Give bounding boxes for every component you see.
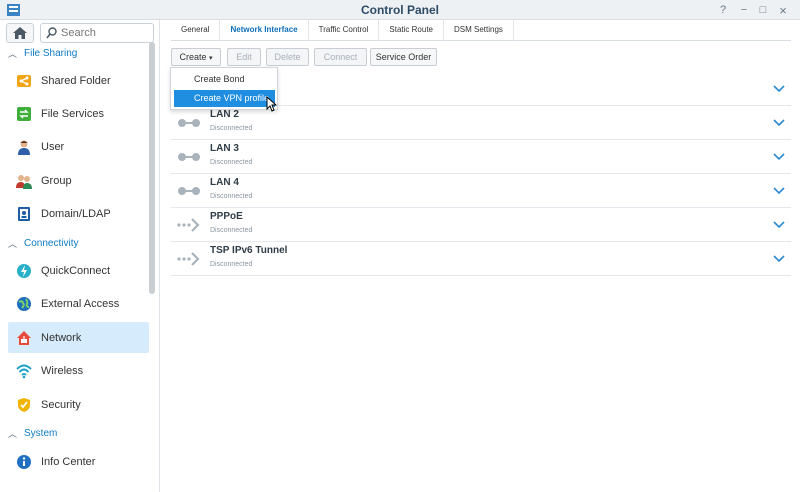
chevron-up-icon: ︿ [8, 238, 18, 249]
user-icon [15, 138, 33, 156]
sidebar-item-label: File Services [41, 107, 104, 120]
pppoe-icon [177, 218, 200, 232]
create-dropdown-menu: Create Bond Create VPN profile [170, 67, 278, 110]
sidebar-item-label: Wireless [41, 364, 84, 377]
tab-network-interface[interactable]: Network Interface [220, 20, 309, 41]
sidebar-item-label: Network [41, 331, 82, 344]
tab-traffic-control[interactable]: Traffic Control [309, 20, 380, 41]
interface-row[interactable]: LAN 2 Disconnected [171, 106, 791, 140]
sidebar-item-domain-ldap[interactable]: Domain/LDAP [8, 198, 149, 229]
sidebar-item-shared-folder[interactable]: Shared Folder [8, 65, 149, 96]
mouse-cursor-icon [266, 96, 277, 112]
tunnel-icon [177, 252, 200, 266]
home-button[interactable] [6, 23, 34, 43]
sidebar-item-label: Domain/LDAP [41, 207, 111, 220]
sidebar-item-group[interactable]: Group [8, 165, 149, 196]
chevron-up-icon: ︿ [8, 48, 18, 59]
sidebar-scrollbar[interactable] [149, 42, 155, 294]
lan-icon [178, 119, 200, 127]
home-icon [13, 27, 27, 39]
section-label: System [24, 427, 58, 439]
lan-icon [178, 187, 200, 195]
chevron-up-icon: ︿ [8, 428, 18, 439]
sidebar-item-network[interactable]: Network [8, 322, 149, 353]
sidebar: ︿ File Sharing Shared Folder File Servic… [0, 20, 160, 492]
domain-ldap-icon [15, 205, 33, 223]
tab-general[interactable]: General [171, 20, 221, 41]
sidebar-item-label: User [41, 140, 65, 153]
interface-name: LAN 3 [210, 143, 239, 154]
security-icon [15, 396, 33, 414]
chevron-down-icon[interactable] [773, 253, 785, 263]
chevron-down-icon[interactable] [773, 185, 785, 195]
menu-item-create-bond[interactable]: Create Bond [174, 71, 275, 88]
title-bar: Control Panel ? − □ × [0, 0, 800, 20]
info-center-icon [15, 453, 33, 471]
search-input[interactable] [61, 26, 149, 40]
section-file-sharing[interactable]: ︿ File Sharing [8, 45, 77, 61]
quickconnect-icon [15, 262, 33, 280]
interface-status: Disconnected [210, 227, 253, 234]
network-icon [15, 329, 33, 347]
sidebar-item-quickconnect[interactable]: QuickConnect [8, 255, 149, 286]
tab-static-route[interactable]: Static Route [379, 20, 444, 41]
file-services-icon [15, 105, 33, 123]
window-title: Control Panel [360, 3, 439, 17]
interface-status: Disconnected [210, 159, 253, 166]
interface-row[interactable]: LAN 3 Disconnected [171, 140, 791, 174]
sidebar-item-file-services[interactable]: File Services [8, 98, 149, 129]
menu-item-create-vpn-profile[interactable]: Create VPN profile [174, 90, 275, 107]
interface-row[interactable]: TSP IPv6 Tunnel Disconnected [171, 242, 791, 276]
chevron-down-icon[interactable] [773, 117, 785, 127]
interface-row[interactable]: LAN 4 Disconnected [171, 174, 791, 208]
maximize-button[interactable]: □ [755, 2, 771, 18]
section-connectivity[interactable]: ︿ Connectivity [8, 235, 78, 251]
service-order-button[interactable]: Service Order [370, 48, 437, 66]
interface-status: Disconnected [210, 193, 253, 200]
chevron-down-icon[interactable] [773, 151, 785, 161]
sidebar-item-security[interactable]: Security [8, 389, 149, 420]
interface-row[interactable]: PPPoE Disconnected [171, 208, 791, 242]
wireless-icon [15, 362, 33, 380]
external-access-icon [15, 295, 33, 313]
sidebar-item-label: Shared Folder [41, 74, 111, 87]
sidebar-item-label: Security [41, 398, 81, 411]
chevron-down-icon[interactable] [773, 83, 785, 93]
sidebar-item-label: Info Center [41, 455, 96, 468]
close-button[interactable]: × [775, 2, 791, 18]
lan-icon [178, 153, 200, 161]
help-button[interactable]: ? [715, 2, 731, 18]
caret-down-icon: ▾ [209, 55, 213, 62]
create-button[interactable]: Create ▾ [171, 48, 221, 66]
search-box[interactable] [40, 23, 154, 43]
sidebar-item-info-center[interactable]: Info Center [8, 446, 149, 477]
delete-button[interactable]: Delete [266, 48, 309, 66]
sidebar-item-label: Group [41, 174, 72, 187]
interface-name: TSP IPv6 Tunnel [210, 245, 288, 256]
tab-bar: General Network Interface Traffic Contro… [171, 20, 791, 41]
search-icon [46, 27, 57, 39]
sidebar-item-wireless[interactable]: Wireless [8, 355, 149, 386]
edit-button[interactable]: Edit [227, 48, 261, 66]
interface-name: LAN 4 [210, 177, 239, 188]
interface-status: Disconnected [210, 125, 253, 132]
section-label: Connectivity [24, 237, 79, 249]
minimize-button[interactable]: − [736, 2, 752, 18]
create-button-label: Create [179, 52, 207, 62]
sidebar-item-external-access[interactable]: External Access [8, 288, 149, 319]
section-system[interactable]: ︿ System [8, 425, 57, 441]
connect-button[interactable]: Connect [314, 48, 367, 66]
sidebar-item-user[interactable]: User [8, 131, 149, 162]
interface-name: PPPoE [210, 211, 243, 222]
interface-status: Disconnected [210, 261, 253, 268]
tab-dsm-settings[interactable]: DSM Settings [444, 20, 514, 41]
chevron-down-icon[interactable] [773, 219, 785, 229]
interface-name: LAN 2 [210, 109, 239, 120]
sidebar-item-label: QuickConnect [41, 264, 111, 277]
group-icon [15, 172, 33, 190]
section-label: File Sharing [24, 47, 78, 59]
shared-folder-icon [15, 72, 33, 90]
sidebar-item-label: External Access [41, 297, 120, 310]
